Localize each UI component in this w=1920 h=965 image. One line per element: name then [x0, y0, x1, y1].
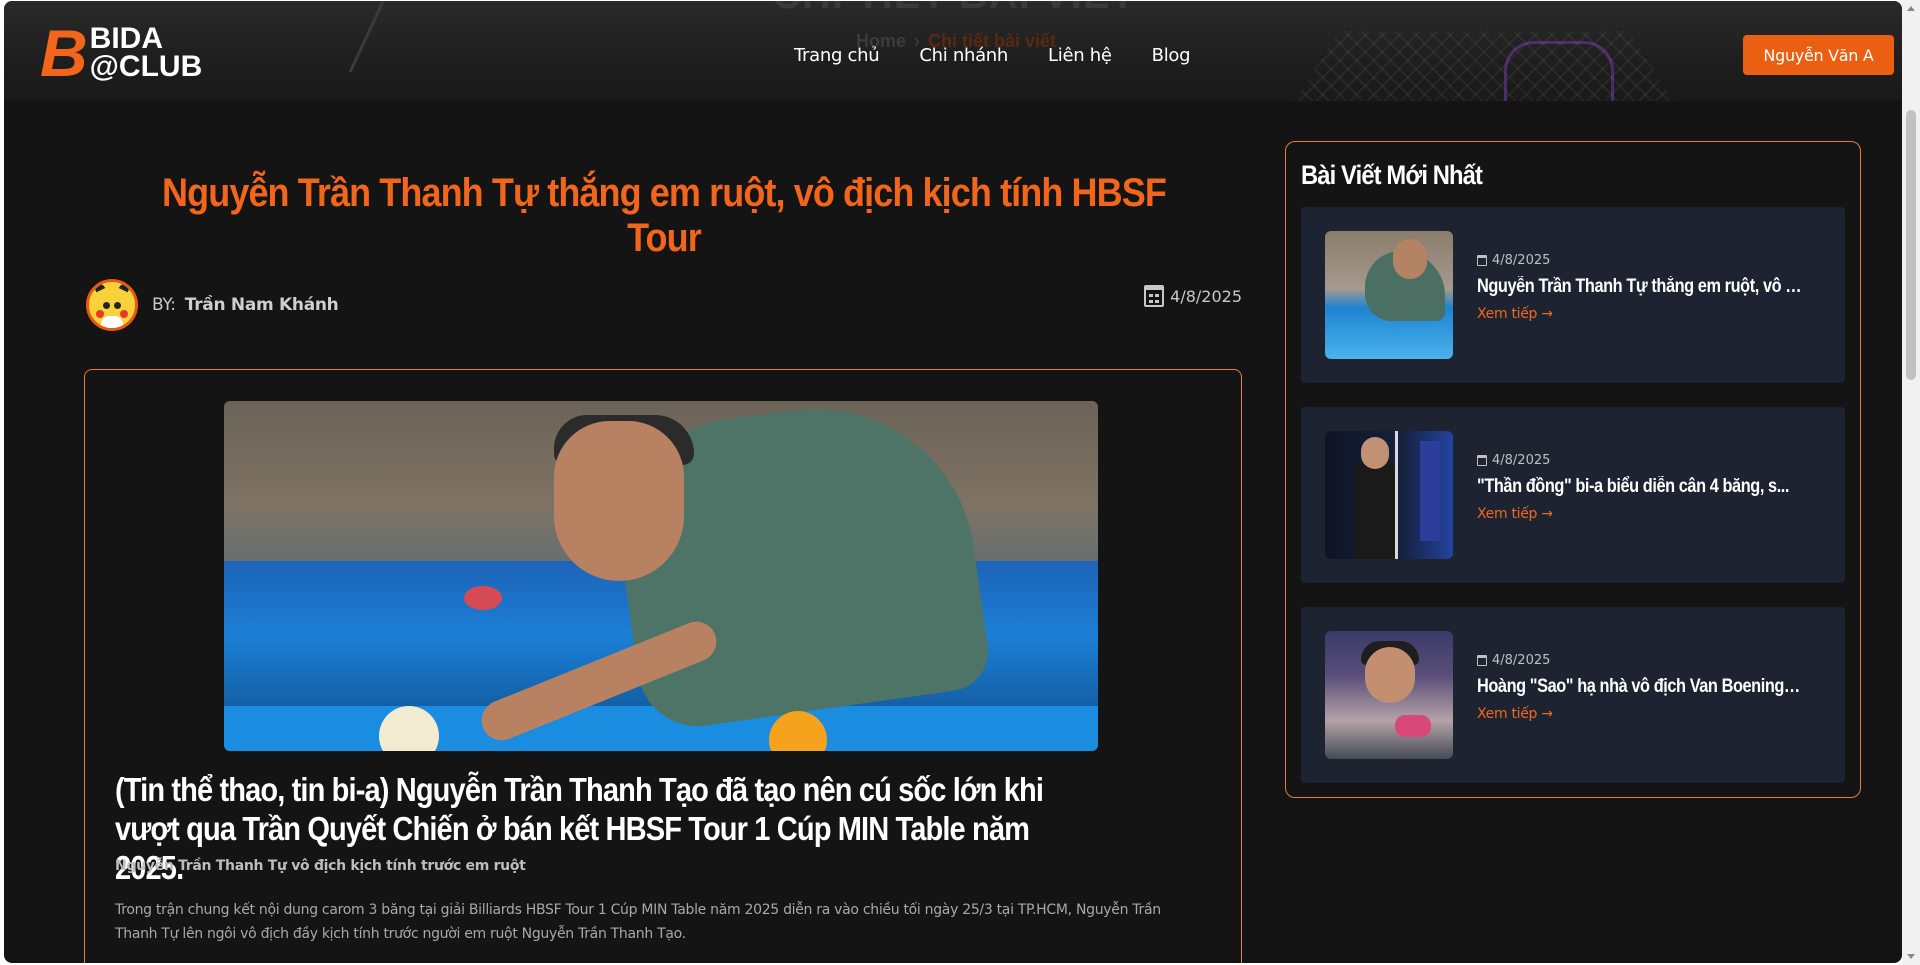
calendar-icon	[1477, 255, 1487, 266]
post-thumbnail[interactable]	[1325, 631, 1453, 759]
calendar-icon	[1477, 655, 1487, 666]
hero-background-neon	[1504, 41, 1614, 101]
latest-post-card[interactable]: 4/8/2025 Hoàng "Sao" hạ nhà vô địch Van …	[1301, 607, 1845, 783]
main-nav: Trang chủ Chi nhánh Liên hệ Blog	[794, 45, 1191, 66]
post-title[interactable]: "Thần đồng" bi-a biểu diễn cân 4 băng, s…	[1477, 476, 1804, 498]
author-byline: BY: Trần Nam Khánh	[152, 295, 339, 315]
scrollbar-thumb[interactable]	[1906, 110, 1916, 380]
post-date: 4/8/2025	[1477, 653, 1817, 668]
site-logo[interactable]: B BIDA @CLUB	[40, 16, 203, 90]
post-date-text: 4/8/2025	[1492, 453, 1551, 468]
author-name: Trần Nam Khánh	[184, 295, 339, 315]
article-title: Nguyễn Trần Thanh Tự thắng em ruột, vô đ…	[162, 171, 1167, 260]
author-row: BY: Trần Nam Khánh 4/8/2025	[86, 279, 1242, 331]
logo-line-2: @CLUB	[89, 50, 203, 83]
latest-posts-sidebar: Bài Viết Mới Nhất 4/8/2025 Nguyễn Trần T…	[1285, 141, 1861, 798]
calendar-icon	[1477, 455, 1487, 466]
article-date-text: 4/8/2025	[1170, 286, 1242, 306]
post-meta: 4/8/2025 Hoàng "Sao" hạ nhà vô địch Van …	[1477, 653, 1817, 723]
post-meta: 4/8/2025 "Thần đồng" bi-a biểu diễn cân …	[1477, 453, 1817, 523]
hero-background-lattice	[1294, 31, 1674, 101]
nav-item-blog[interactable]: Blog	[1152, 45, 1191, 66]
article-date: 4/8/2025	[1144, 285, 1242, 307]
read-more-link[interactable]: Xem tiếp →	[1477, 506, 1553, 522]
scroll-down-arrow-icon[interactable]	[1907, 954, 1915, 959]
post-date-text: 4/8/2025	[1492, 653, 1551, 668]
site-header: CHI TIẾT BÀI VIẾT Home › Chi tiết bài vi…	[4, 1, 1902, 101]
nav-item-branches[interactable]: Chi nhánh	[919, 45, 1008, 66]
post-thumbnail[interactable]	[1325, 431, 1453, 559]
calendar-icon	[1144, 285, 1165, 307]
article-sub-caption: Nguyễn Trần Thanh Tự vô địch kịch tính t…	[115, 858, 526, 874]
latest-post-card[interactable]: 4/8/2025 "Thần đồng" bi-a biểu diễn cân …	[1301, 407, 1845, 583]
read-more-link[interactable]: Xem tiếp →	[1477, 306, 1553, 322]
nav-item-home[interactable]: Trang chủ	[794, 45, 880, 66]
article-image	[224, 401, 1098, 751]
post-title[interactable]: Hoàng "Sao" hạ nhà vô địch Van Boening, …	[1477, 676, 1804, 698]
logo-line-1: BIDA	[89, 22, 164, 55]
hero-title: CHI TIẾT BÀI VIẾT	[744, 1, 1164, 18]
user-account-button[interactable]: Nguyễn Văn A	[1743, 35, 1894, 75]
post-date: 4/8/2025	[1477, 253, 1817, 268]
hero-background-decor	[242, 1, 386, 73]
sidebar-title: Bài Viết Mới Nhất	[1301, 160, 1483, 190]
latest-post-card[interactable]: 4/8/2025 Nguyễn Trần Thanh Tự thắng em r…	[1301, 207, 1845, 383]
post-thumbnail[interactable]	[1325, 231, 1453, 359]
page-scrollbar[interactable]	[1902, 0, 1920, 965]
scroll-up-arrow-icon[interactable]	[1907, 6, 1915, 11]
post-date-text: 4/8/2025	[1492, 253, 1551, 268]
page-frame: CHI TIẾT BÀI VIẾT Home › Chi tiết bài vi…	[4, 1, 1902, 963]
by-label: BY:	[152, 295, 176, 315]
logo-text: BIDA @CLUB	[89, 22, 203, 83]
nav-item-contact[interactable]: Liên hệ	[1048, 45, 1112, 66]
post-title[interactable]: Nguyễn Trần Thanh Tự thắng em ruột, vô đ…	[1477, 276, 1804, 298]
article-body: Trong trận chung kết nội dung carom 3 bă…	[115, 902, 1161, 942]
post-date: 4/8/2025	[1477, 453, 1817, 468]
read-more-link[interactable]: Xem tiếp →	[1477, 706, 1553, 722]
logo-mark: B	[40, 16, 88, 90]
author-avatar	[86, 279, 138, 331]
article-content: (Tin thể thao, tin bi-a) Nguyễn Trần Tha…	[84, 369, 1242, 963]
post-meta: 4/8/2025 Nguyễn Trần Thanh Tự thắng em r…	[1477, 253, 1817, 323]
